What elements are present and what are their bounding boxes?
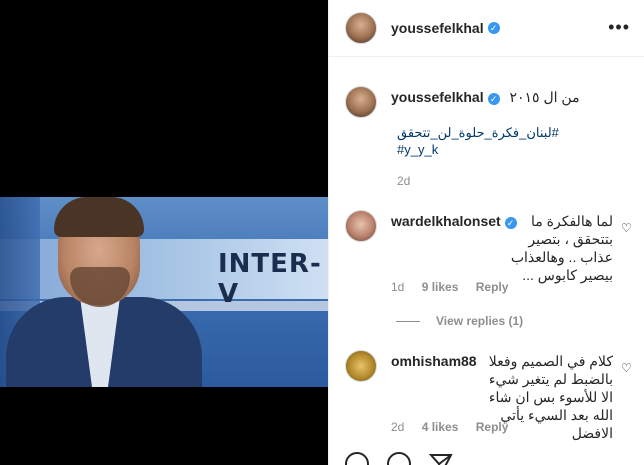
person-hair: [54, 197, 144, 237]
verified-badge-icon: ✓: [487, 93, 500, 105]
replies-divider: [396, 320, 420, 322]
post-media[interactable]: INTER-V: [0, 0, 328, 465]
video-frame: INTER-V: [0, 197, 328, 387]
heart-icon[interactable]: [345, 452, 369, 465]
comment-time[interactable]: 1d: [391, 280, 404, 294]
comment-text: لما هالفكرة ما بتتحقق ، بتصير عذاب .. وه…: [510, 213, 613, 283]
hashtag-link[interactable]: #y_y_k: [397, 141, 611, 158]
commenter-avatar[interactable]: [345, 210, 377, 242]
caption-author-avatar[interactable]: [345, 86, 377, 118]
hashtag-link[interactable]: #لبنان_فكرة_حلوة_لن_تتحقق: [397, 124, 611, 141]
post-header: youssefelkhal ✓ •••: [329, 0, 644, 57]
author-username[interactable]: youssefelkhal: [391, 20, 484, 36]
heart-icon[interactable]: ♡: [621, 222, 633, 234]
studio-sign-text: INTER-V: [218, 249, 322, 309]
comment-likes[interactable]: 9 likes: [422, 280, 459, 294]
post-sidebar: youssefelkhal ✓ ••• youssefelkhal ✓ من ال…: [328, 0, 644, 465]
commenter-username[interactable]: omhisham88: [391, 353, 477, 369]
caption-text: من ال ٢٠١٥: [509, 89, 580, 105]
reply-button[interactable]: Reply: [476, 420, 509, 434]
heart-icon[interactable]: ♡: [621, 362, 633, 374]
verified-badge-icon: ✓: [487, 22, 500, 34]
comment-likes[interactable]: 4 likes: [422, 420, 459, 434]
comment-icon[interactable]: [387, 452, 411, 465]
commenter-username[interactable]: wardelkhalonset: [391, 213, 501, 229]
comment-time[interactable]: 2d: [391, 420, 404, 434]
caption-author-username[interactable]: youssefelkhal: [391, 89, 484, 105]
share-icon[interactable]: [429, 452, 453, 465]
reply-button[interactable]: Reply: [476, 280, 509, 294]
commenter-avatar[interactable]: [345, 350, 377, 382]
view-replies-label: View replies (1): [436, 314, 524, 328]
more-options-icon[interactable]: •••: [608, 18, 630, 36]
view-replies-button[interactable]: View replies (1): [396, 314, 523, 328]
author-avatar[interactable]: [345, 12, 377, 44]
caption-hashtags: #لبنان_فكرة_حلوة_لن_تتحقق #y_y_k: [397, 124, 611, 158]
caption-line: youssefelkhal ✓ من ال ٢٠١٥: [391, 88, 611, 106]
post-timestamp[interactable]: 2d: [397, 174, 410, 188]
post-actions: [345, 452, 453, 465]
